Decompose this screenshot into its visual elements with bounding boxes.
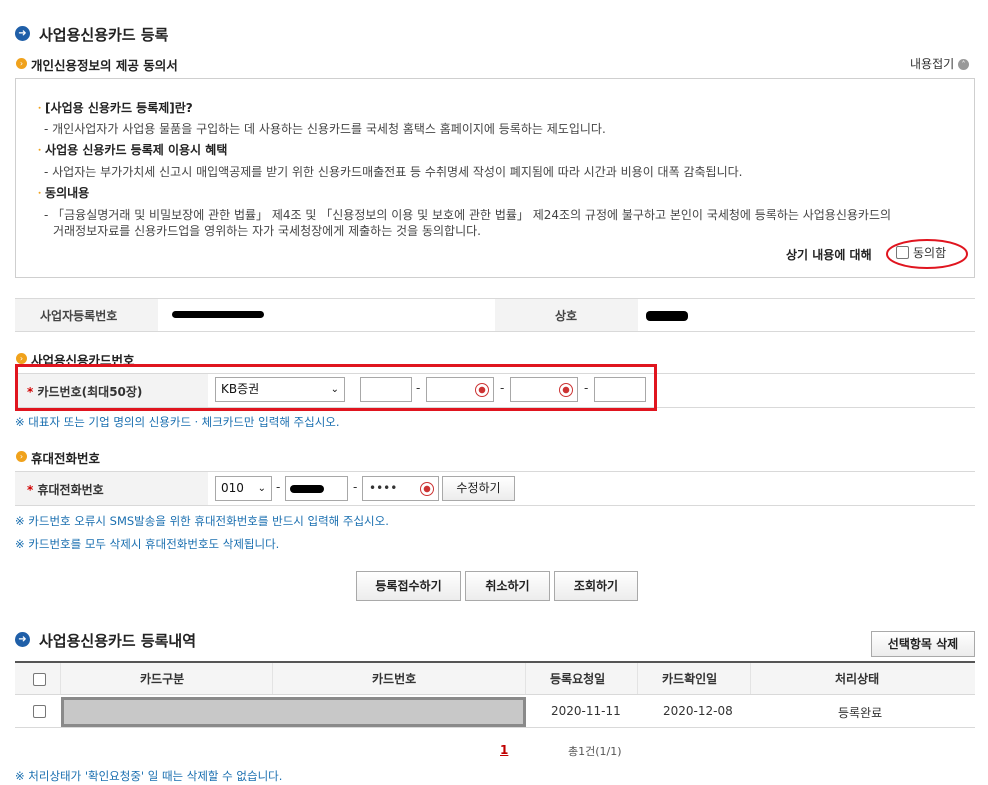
col-card-type: 카드구분 (140, 672, 185, 686)
reg-label: 사업자등록번호 (40, 309, 118, 323)
item2-title: ㆍ사업용 신용카드 등록제 이용시 혜택 (34, 143, 228, 157)
inquiry-button[interactable]: 조회하기 (554, 571, 638, 601)
row-confirm-date: 2020-12-08 (663, 704, 733, 718)
annotation-ellipse (886, 239, 968, 269)
col-confirm-date: 카드확인일 (662, 672, 718, 686)
bullet-icon: › (16, 353, 27, 364)
row-request-date: 2020-11-11 (551, 704, 621, 718)
agree-prompt: 상기 내용에 대해 (786, 248, 872, 262)
item1-desc: - 개인사업자가 사업용 물품을 구입하는 데 사용하는 신용카드를 국세청 홈… (44, 122, 606, 136)
col-status: 처리상태 (835, 672, 880, 686)
delete-selected-button[interactable]: 선택항목 삭제 (871, 631, 975, 657)
item3-title: ㆍ동의내용 (34, 186, 90, 200)
page-current[interactable]: 1 (500, 743, 508, 757)
business-name-redacted (646, 311, 688, 321)
history-title: 사업용신용카드 등록내역 (39, 632, 197, 650)
consent-box: ㆍ[사업용 신용카드 등록제]란? - 개인사업자가 사업용 물품을 구입하는 … (15, 78, 975, 278)
total-count: 총1건(1/1) (568, 745, 622, 758)
title-arrow-icon: ➜ (15, 632, 30, 647)
name-label: 상호 (555, 309, 578, 323)
card-note: ※ 대표자 또는 기업 명의의 신용카드ㆍ체크카드만 입력해 주십시오. (15, 415, 340, 429)
item3-desc-line1: - 「금융실명거래 및 비밀보장에 관한 법률」 제4조 및 「신용정보의 이용… (44, 208, 892, 222)
item1-title: ㆍ[사업용 신용카드 등록제]란? (34, 101, 193, 115)
bullet-icon: › (16, 451, 27, 462)
cancel-button[interactable]: 취소하기 (465, 571, 550, 601)
chevron-down-icon: ⌄ (257, 483, 266, 494)
item3-desc-line2: 거래정보자료를 신용카드업을 영위하는 자가 국세청장에게 제출하는 것을 동의… (53, 224, 481, 238)
history-footnote: ※ 처리상태가 '확인요청중' 일 때는 삭제할 수 없습니다. (15, 769, 283, 783)
row-card-redacted (61, 697, 526, 727)
phone-note-1: ※ 카드번호 오류시 SMS발송을 위한 휴대전화번호를 반드시 입력해 주십시… (15, 514, 389, 528)
consent-heading: 개인신용정보의 제공 동의서 (31, 58, 178, 73)
phone-section-heading: 휴대전화번호 (31, 451, 101, 466)
col-request-date: 등록요청일 (550, 672, 606, 686)
row-status: 등록완료 (838, 706, 883, 720)
phone-field-label: * 휴대전화번호 (27, 483, 104, 497)
collapse-label: 내용접기 (910, 57, 955, 71)
phone-last-input[interactable]: •••• (362, 476, 439, 501)
secure-input-icon (420, 482, 434, 496)
collapse-toggle[interactable]: 내용접기 ˄ (910, 55, 969, 72)
edit-phone-button[interactable]: 수정하기 (442, 476, 515, 501)
row-checkbox[interactable] (33, 705, 46, 718)
chevron-up-icon: ˄ (958, 59, 969, 70)
col-card-number: 카드번호 (372, 672, 417, 686)
phone-middle-input[interactable] (285, 476, 348, 501)
annotation-rect (15, 364, 657, 411)
register-button[interactable]: 등록접수하기 (356, 571, 461, 601)
bullet-icon: › (16, 58, 27, 69)
item2-desc: - 사업자는 부가가치세 신고시 매입액공제를 받기 위한 신용카드매출전표 등… (44, 165, 743, 179)
title-arrow-icon: ➜ (15, 26, 30, 41)
phone-note-2: ※ 카드번호를 모두 삭제시 휴대전화번호도 삭제됩니다. (15, 537, 280, 551)
reg-number-redacted (172, 311, 264, 318)
phone-middle-redacted (290, 485, 324, 493)
page-title: 사업용신용카드 등록 (39, 26, 169, 44)
phone-prefix-select[interactable]: 010 ⌄ (215, 476, 272, 501)
select-all-checkbox[interactable] (33, 673, 46, 686)
